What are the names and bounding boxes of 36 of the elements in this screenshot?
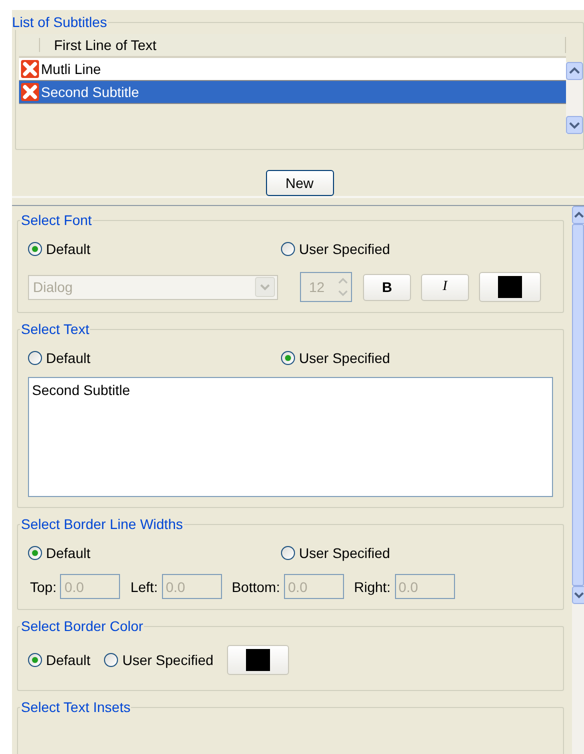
radio-button[interactable] [104, 653, 118, 667]
field-label: Left: [130, 578, 158, 594]
color-button[interactable] [227, 645, 290, 675]
scrollbar[interactable] [566, 62, 583, 134]
radio-label[interactable]: Default [46, 350, 90, 366]
field-label: Bottom: [232, 578, 280, 594]
section-title: Select Border Color [20, 618, 144, 634]
section-title: List of Subtitles [11, 14, 108, 30]
delete-icon[interactable] [21, 83, 39, 101]
radio-label[interactable]: User Specified [122, 652, 214, 668]
table-cell: Second Subtitle [41, 84, 140, 100]
table-row[interactable]: Mutli Line [19, 58, 566, 81]
column-header[interactable]: First Line of Text [40, 37, 566, 53]
color-button[interactable] [479, 272, 541, 302]
table-cell: Mutli Line [41, 61, 101, 77]
radio-button[interactable] [28, 351, 42, 365]
section-title: Select Text Insets [20, 699, 132, 715]
table-row[interactable]: Second Subtitle [19, 81, 566, 104]
field-label: Top: [30, 578, 56, 594]
scroll-down-icon[interactable] [566, 116, 583, 134]
text-area[interactable]: Second Subtitle [28, 377, 553, 497]
section-title: Select Text [20, 321, 90, 337]
section-title: Select Font [20, 212, 93, 228]
splitter[interactable] [12, 196, 584, 206]
radio-button[interactable] [281, 351, 295, 365]
radio-label[interactable]: Default [46, 652, 90, 668]
scroll-up-icon[interactable] [572, 206, 584, 224]
scroll-down-icon[interactable] [572, 586, 584, 604]
radio-button[interactable] [28, 653, 42, 667]
new-button[interactable]: New [266, 170, 334, 196]
radio-label[interactable]: User Specified [299, 350, 390, 366]
delete-icon[interactable] [21, 60, 39, 78]
scrollbar[interactable] [572, 206, 584, 754]
field-label: Right: [354, 578, 391, 594]
scroll-up-icon[interactable] [566, 62, 583, 80]
section-title: Select Border Line Widths [20, 516, 184, 532]
